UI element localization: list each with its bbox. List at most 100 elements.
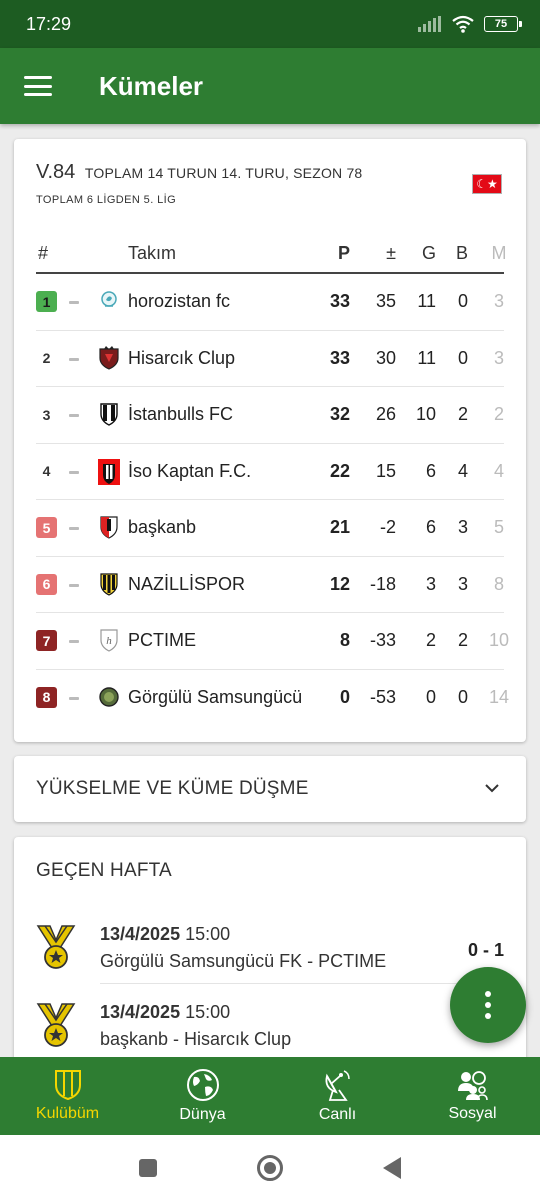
col-draw: B (455, 243, 468, 263)
table-row[interactable]: 1 horozistan fc 33 35 11 0 3 (36, 274, 504, 331)
nav-item-live[interactable]: Canlı (270, 1057, 405, 1135)
more-options-button[interactable] (450, 967, 526, 1043)
dot (485, 991, 491, 997)
table-row[interactable]: 4 İso Kaptan F.C. 22 15 6 4 4 (36, 444, 504, 500)
black-white-shield-crest-icon (100, 403, 118, 426)
rank-badge: 6 (36, 573, 57, 595)
status-bar: 17:29 75 (0, 0, 540, 48)
circle-icon (257, 1154, 283, 1181)
table-row[interactable]: 7 h PCTIME 8 -33 2 2 10 (36, 613, 509, 670)
rank-badge: 2 (36, 348, 57, 369)
league-title: V.84 TOPLAM 14 TURUN 14. TURU, SEZON 78 (36, 161, 362, 184)
draw: 3 (457, 573, 468, 594)
goal-diff: 30 (375, 347, 396, 368)
won: 2 (425, 630, 436, 650)
chevron-down-icon[interactable] (484, 782, 500, 794)
last-week-card: GEÇEN HAFTA 13/4/2025 15:00 Görgülü Sams… (14, 837, 526, 1077)
battery-level: 75 (494, 18, 508, 30)
no-change-icon (69, 583, 79, 587)
won: 11 (417, 291, 436, 311)
no-change-icon (69, 696, 79, 700)
table-row[interactable]: 5 başkanb 21 -2 6 3 5 (36, 500, 504, 557)
recents-button[interactable] (133, 1153, 163, 1183)
match-date: 13/4/2025 (100, 924, 181, 944)
rooster-crest-icon (101, 291, 117, 307)
medal-icon (36, 925, 76, 969)
team-name: İso Kaptan F.C. (128, 460, 252, 481)
col-points: P (337, 243, 350, 263)
shield-icon (54, 1070, 81, 1101)
red-white-shield-crest-icon (100, 516, 118, 539)
goal-diff: 35 (375, 291, 396, 311)
lost: 14 (488, 686, 510, 707)
points: 12 (329, 573, 350, 594)
match-score: 0 - 1 (467, 940, 504, 960)
dot (485, 1013, 491, 1019)
nav-label: Canlı (318, 1106, 357, 1123)
nav-label: Kulübüm (35, 1105, 100, 1122)
rank-badge: 7 (36, 630, 57, 651)
turkey-flag-icon: ☾★ (472, 174, 502, 194)
table-row[interactable]: 2 Hisarcık Clup 33 30 11 0 3 (36, 331, 504, 387)
won: 3 (425, 573, 436, 594)
red-black-shield-crest-icon (99, 345, 119, 370)
nav-item-social[interactable]: Sosyal (405, 1057, 540, 1135)
back-button[interactable] (377, 1153, 407, 1183)
rank-number: 4 (42, 463, 51, 479)
col-rank: # (38, 243, 49, 263)
team-name: başkanb (128, 517, 197, 537)
col-lost: M (491, 243, 507, 263)
no-change-icon (69, 301, 79, 304)
points: 0 (339, 686, 350, 707)
screen: 17:29 75 Kümeler V.84 TOPLAM 14 TURUN 14… (0, 0, 540, 1200)
no-change-icon (69, 527, 79, 530)
rank-number: 1 (42, 293, 51, 310)
lost: 10 (488, 630, 510, 650)
system-nav-bar (0, 1135, 540, 1200)
table-row[interactable]: 6 NAZİLLİSPOR 12 -18 3 3 8 (36, 557, 504, 613)
page-title: Kümeler (99, 70, 204, 101)
rank-badge: 8 (36, 686, 57, 708)
battery-icon: 75 (484, 16, 522, 32)
team-name: İstanbulls FC (128, 404, 234, 424)
goal-diff: 15 (375, 460, 396, 481)
promotion-relegation-panel[interactable]: YÜKSELME VE KÜME DÜŞME (14, 756, 526, 822)
points: 33 (329, 347, 350, 368)
rank-number: 6 (42, 576, 51, 592)
lost: 2 (493, 404, 504, 424)
people-icon (457, 1071, 488, 1101)
match-teams: başkanb - Hisarcık Clup (100, 1029, 292, 1049)
team-name: PCTIME (128, 630, 197, 650)
home-button[interactable] (255, 1153, 285, 1183)
rank-badge: 4 (36, 461, 57, 482)
points: 21 (329, 517, 350, 537)
match-item[interactable]: 13/4/2025 15:00 Görgülü Samsungücü FK - … (14, 918, 526, 996)
green-round-crest-icon (99, 686, 119, 707)
lost: 3 (493, 291, 504, 311)
won: 0 (425, 686, 436, 707)
league-header: V.84 TOPLAM 14 TURUN 14. TURU, SEZON 78 … (36, 161, 362, 206)
lost: 8 (493, 573, 504, 594)
league-info: TOPLAM 6 LİGDEN 5. LİG (36, 194, 177, 206)
table-row[interactable]: 3 İstanbulls FC 32 26 10 2 2 (36, 387, 504, 444)
draw: 2 (457, 404, 468, 424)
goal-diff: -18 (369, 573, 396, 594)
draw: 0 (457, 686, 468, 707)
promotion-label: YÜKSELME VE KÜME DÜŞME (36, 778, 309, 799)
rank-badge: 5 (36, 517, 57, 538)
rank-number: 3 (42, 406, 51, 423)
goal-diff: -2 (379, 517, 396, 537)
no-change-icon (69, 640, 79, 643)
nav-item-club[interactable]: Kulübüm (0, 1057, 135, 1135)
table-row[interactable]: 8 Görgülü Samsungücü 0 -53 0 0 14 (36, 670, 509, 727)
draw: 4 (457, 460, 468, 481)
won: 10 (415, 404, 436, 424)
won: 6 (425, 517, 436, 537)
wifi-icon (452, 15, 474, 33)
nav-item-world[interactable]: Dünya (135, 1057, 270, 1135)
nav-label: Dünya (179, 1106, 226, 1123)
lost: 5 (493, 517, 504, 537)
bottom-nav: Kulübüm Dünya Canlı Sosyal (0, 1057, 540, 1135)
menu-icon[interactable] (24, 76, 52, 96)
team-name: NAZİLLİSPOR (128, 573, 246, 594)
